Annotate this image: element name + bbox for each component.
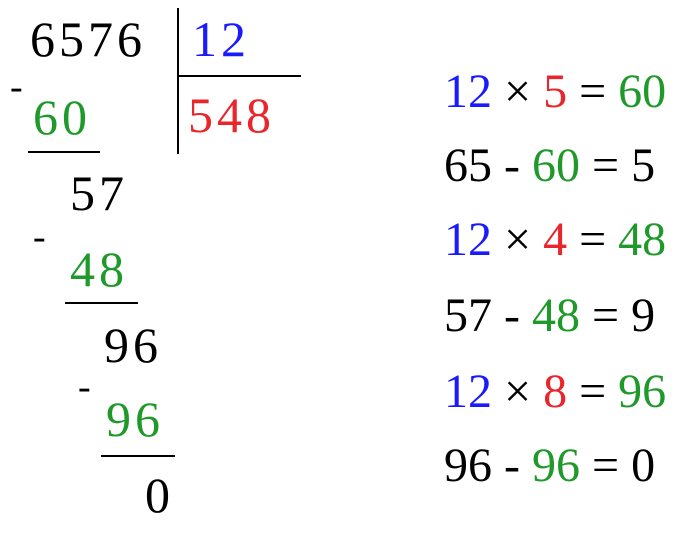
final-remainder: 0 bbox=[145, 467, 174, 523]
subtraction-line-3 bbox=[101, 455, 175, 457]
eq6-result: 0 bbox=[631, 439, 656, 492]
quotient: 548 bbox=[188, 87, 275, 143]
remainder-2: 96 bbox=[104, 317, 162, 373]
subtraction-line-1 bbox=[28, 151, 100, 153]
minus-sign-1: - bbox=[10, 66, 23, 108]
divisor: 12 bbox=[192, 11, 250, 67]
subtrahend-3: 96 bbox=[106, 391, 164, 447]
eq6-subtrahend: 96 bbox=[531, 439, 580, 492]
eq6-minuend: 96 bbox=[444, 439, 492, 492]
subtrahend-1: 60 bbox=[33, 89, 91, 145]
eq6-equals: = bbox=[591, 439, 620, 492]
minus-sign-2: - bbox=[33, 216, 46, 258]
subtraction-line-2 bbox=[65, 302, 138, 304]
remainder-1: 57 bbox=[70, 165, 128, 221]
long-division-figure: { "division": { "dividend": "6576", "div… bbox=[0, 0, 685, 520]
eq6-operator: - bbox=[504, 439, 520, 492]
dividend: 6576 bbox=[30, 11, 146, 67]
subtrahend-2: 48 bbox=[70, 241, 128, 297]
division-vertical-bar bbox=[177, 8, 179, 154]
divisor-underline bbox=[177, 75, 301, 77]
equation-6: 96 - 96 = 0 bbox=[396, 394, 655, 538]
minus-sign-3: - bbox=[78, 366, 91, 408]
